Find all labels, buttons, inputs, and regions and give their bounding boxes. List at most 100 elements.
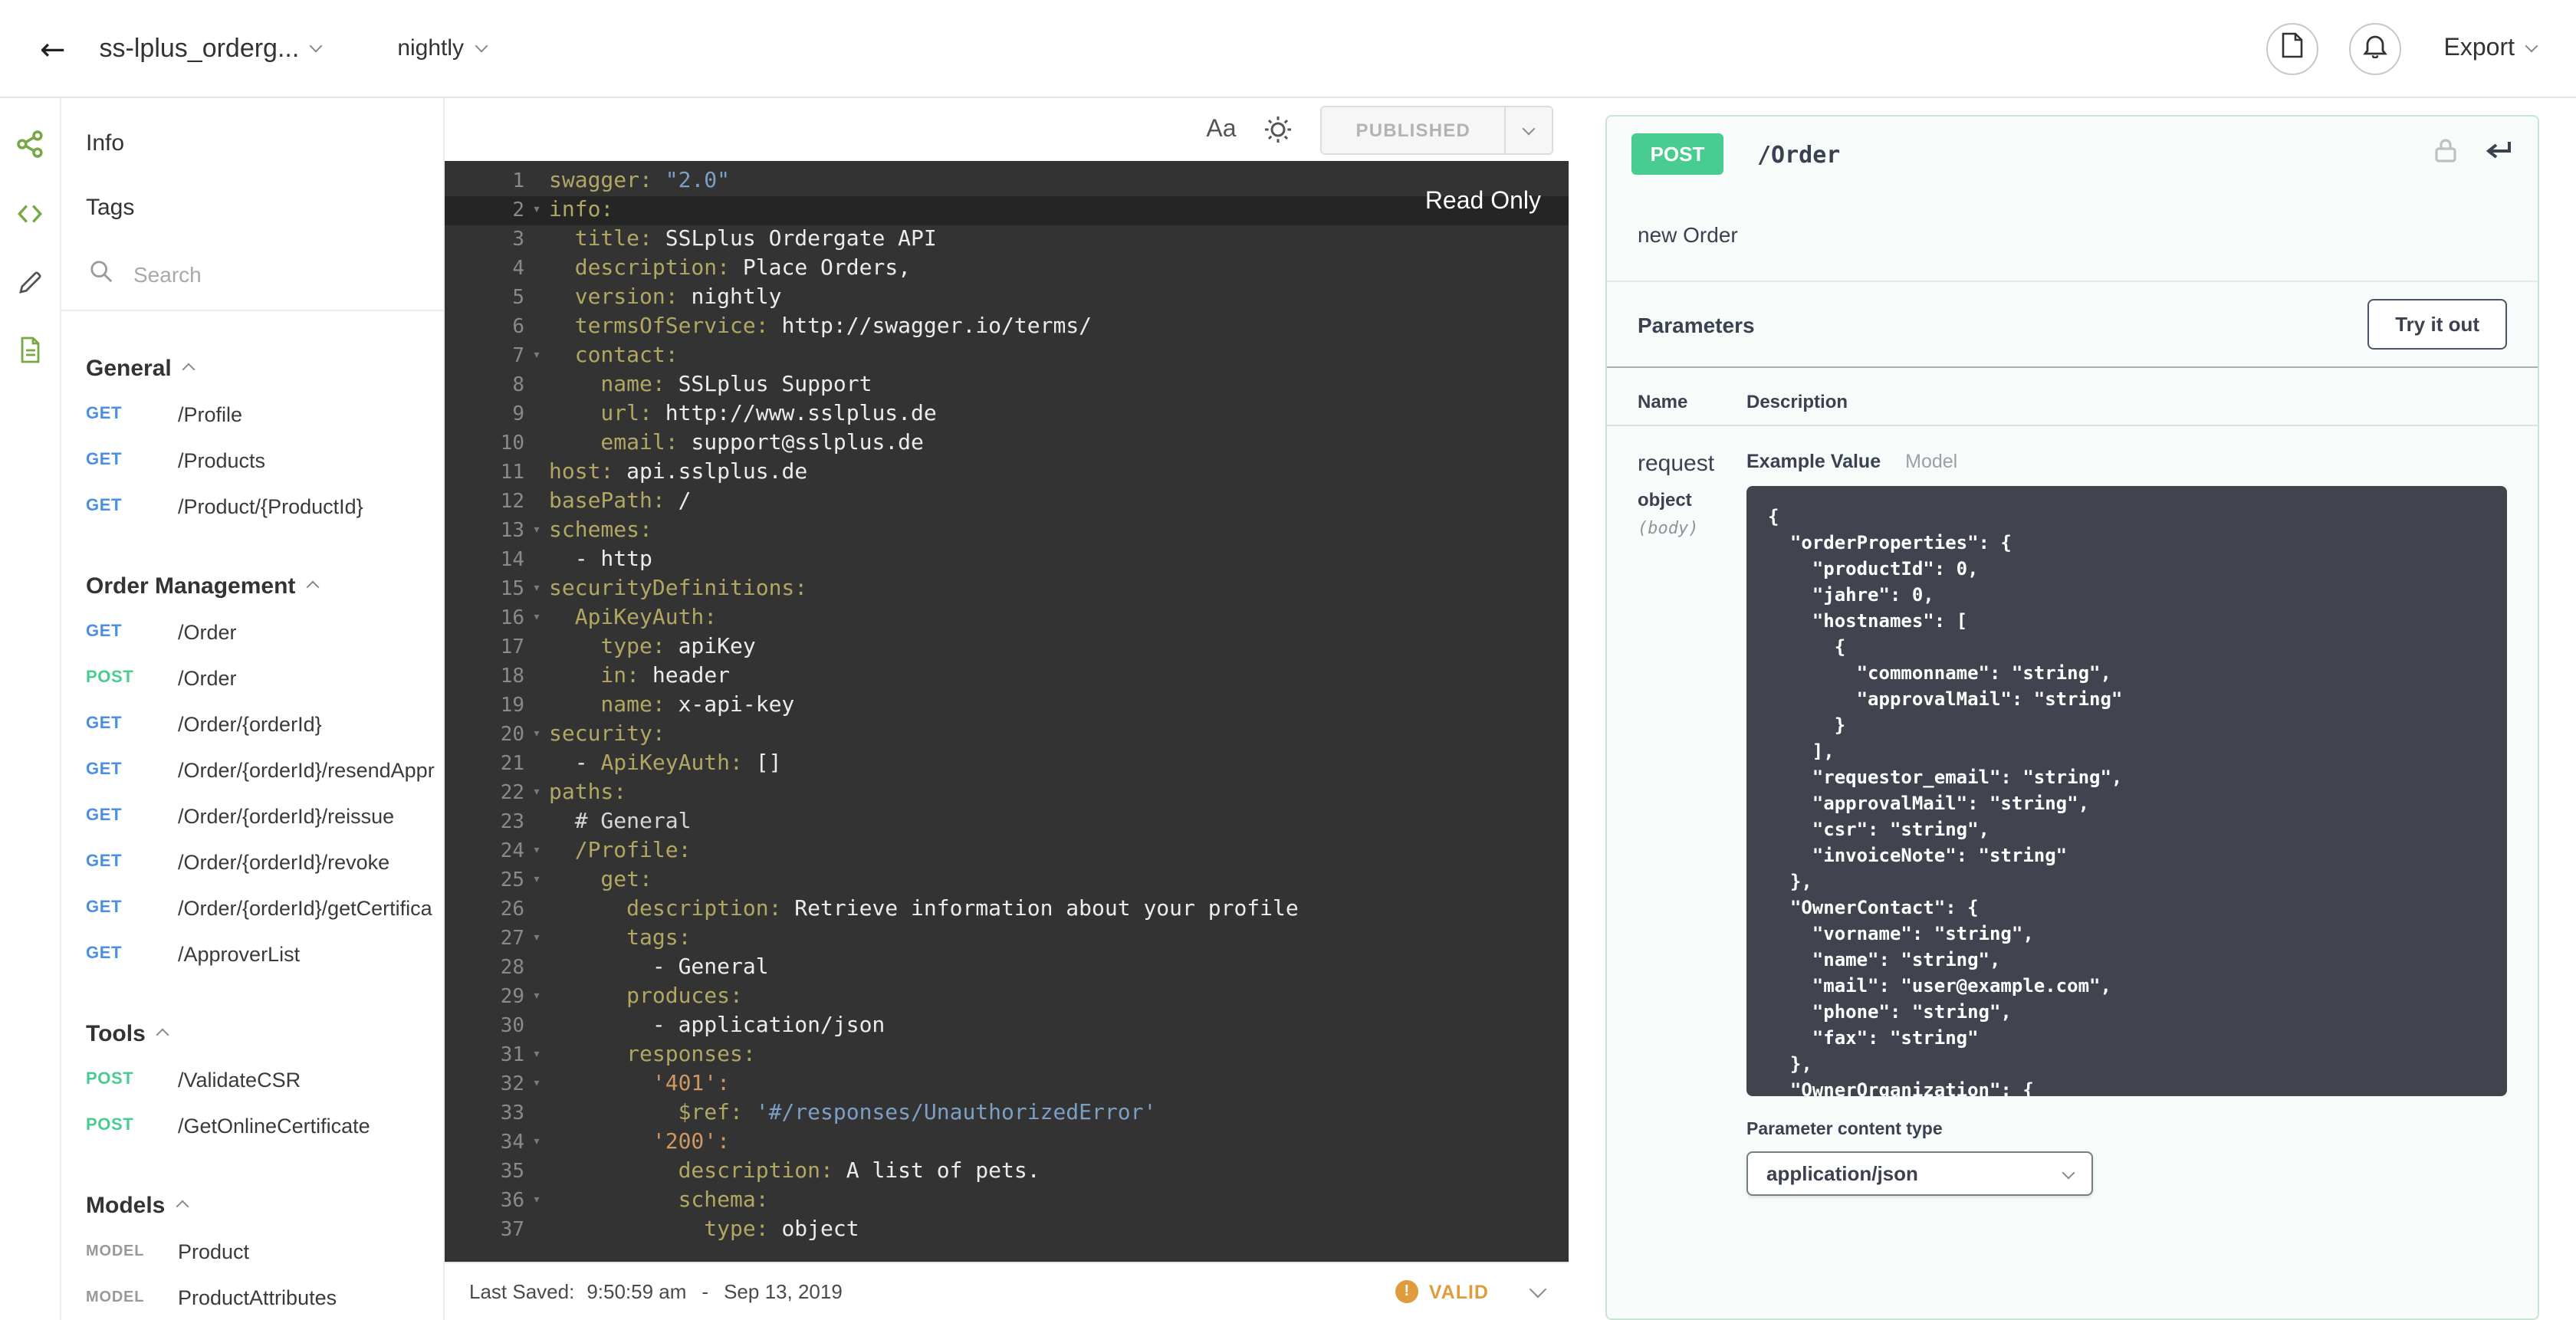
back-button[interactable]: ← (28, 24, 78, 73)
fold-arrow-icon[interactable]: ▾ (524, 604, 549, 633)
fold-arrow-icon[interactable]: ▾ (524, 779, 549, 808)
fold-arrow-icon[interactable]: ▾ (524, 866, 549, 895)
fold-gutter (524, 662, 549, 691)
fold-arrow-icon[interactable]: ▾ (524, 342, 549, 371)
code-line: 2 ▾ info: (445, 196, 1569, 225)
status-expand-button[interactable] (1529, 1279, 1547, 1301)
fold-arrow-icon[interactable]: ▾ (524, 983, 549, 1012)
line-number: 9 (512, 403, 524, 426)
top-bar: ← ss-lplus_orderg... nightly Export (0, 0, 2576, 98)
fold-arrow-icon[interactable]: ▾ (524, 1070, 549, 1099)
parameter-type: object (1638, 489, 1692, 511)
sidebar-route-item[interactable]: GET/Order/{orderId}/resendAppr (61, 747, 443, 793)
api-name-dropdown[interactable]: ss-lplus_orderg... (100, 33, 323, 64)
tab-model[interactable]: Model (1905, 451, 1957, 472)
sidebar-route-item[interactable]: GET/Order/{orderId}/getCertifica (61, 885, 443, 931)
sidebar-sections: General GET/Profile GET/Products GET/Produc… (61, 345, 443, 1320)
api-graph-icon[interactable] (15, 129, 45, 159)
route-method-label: GET (86, 806, 123, 825)
sidebar-route-item[interactable]: MODEL Product (61, 1228, 443, 1274)
route-path-label: /Product/{ProductId} (178, 494, 363, 517)
search-input[interactable] (130, 261, 382, 288)
lock-icon[interactable] (2433, 136, 2458, 172)
sidebar-route-item[interactable]: GET/Products (61, 437, 443, 483)
fold-arrow-icon[interactable]: ▾ (524, 924, 549, 954)
sidebar-route-item[interactable]: GET/Order (61, 609, 443, 655)
sidebar-route-item[interactable]: POST/ValidateCSR (61, 1056, 443, 1102)
line-number: 3 (512, 228, 524, 251)
route-method-label: GET (86, 760, 123, 779)
code-line: 22 ▾ paths: (445, 779, 1569, 808)
sidebar-item-info[interactable]: Info (61, 110, 443, 175)
edit-pencil-icon[interactable] (16, 268, 44, 296)
notifications-button[interactable] (2348, 22, 2401, 74)
return-arrow-icon[interactable] (2482, 139, 2513, 169)
sidebar-route-item[interactable]: GET/ApproverList (61, 931, 443, 977)
sidebar-route-item[interactable]: GET/Order/{orderId} (61, 701, 443, 747)
line-number: 4 (512, 258, 524, 281)
section-title[interactable]: Models (61, 1182, 443, 1228)
opblock-header[interactable]: POST /Order (1607, 117, 2538, 192)
fold-arrow-icon[interactable]: ▾ (524, 517, 549, 546)
opblock-header-icons (2433, 136, 2513, 172)
sidebar-route-item[interactable]: POST/Order (61, 655, 443, 701)
route-method-label: POST (86, 668, 134, 687)
fold-arrow-icon[interactable]: ▾ (524, 575, 549, 604)
top-bar-actions: Export (2266, 22, 2538, 74)
version-dropdown[interactable]: nightly (397, 35, 488, 61)
route-method-label: GET (86, 898, 123, 917)
section-title[interactable]: Tools (61, 1010, 443, 1056)
code-editor-area[interactable]: Read Only 1 swagger: "2.0" 2 ▾ info: 3 title:… (445, 161, 1569, 1262)
parameter-name-cell: request object (body) (1638, 451, 1746, 1196)
bell-icon (2362, 31, 2387, 65)
description-column-header: Description (1746, 391, 1848, 412)
code-line: 30 - application/json (445, 1012, 1569, 1041)
sidebar-route-item[interactable]: GET/Product/{ProductId} (61, 483, 443, 529)
line-number: 15 (500, 578, 524, 601)
try-it-out-button[interactable]: Try it out (2367, 299, 2507, 350)
docs-link-button[interactable] (2266, 22, 2318, 74)
sidebar-route-item[interactable]: GET/Profile (61, 391, 443, 437)
code-icon[interactable] (15, 199, 44, 228)
fold-arrow-icon[interactable]: ▾ (524, 1128, 549, 1157)
document-page-icon[interactable] (16, 336, 44, 365)
parameters-title: Parameters (1638, 312, 1755, 337)
fold-arrow-icon[interactable]: ▾ (524, 721, 549, 750)
code-line: 19 name: x-api-key (445, 691, 1569, 721)
sidebar-route-item[interactable]: MODEL ProductAttributes (61, 1274, 443, 1320)
fold-arrow-icon[interactable]: ▾ (524, 1041, 549, 1070)
fold-arrow-icon[interactable]: ▾ (524, 837, 549, 866)
line-number: 5 (512, 287, 524, 310)
publish-menu-button[interactable] (1504, 107, 1552, 153)
line-number: 23 (500, 811, 524, 834)
font-size-button[interactable]: Aa (1206, 116, 1236, 143)
code-line: 9 url: http://www.sslplus.de (445, 400, 1569, 429)
sidebar-route-item[interactable]: GET/Order/{orderId}/reissue (61, 793, 443, 839)
fold-gutter (524, 284, 549, 313)
code-line: 21 - ApiKeyAuth: [] (445, 750, 1569, 779)
tab-example-value[interactable]: Example Value (1746, 451, 1881, 472)
line-number: 16 (500, 607, 524, 630)
line-number: 33 (500, 1102, 524, 1125)
section-title[interactable]: Order Management (61, 563, 443, 609)
content-type-select[interactable]: application/json (1746, 1151, 2093, 1196)
fold-arrow-icon[interactable]: ▾ (524, 1187, 549, 1216)
section-title[interactable]: General (61, 345, 443, 391)
export-dropdown[interactable]: Export (2444, 34, 2538, 62)
operation-summary: new Order (1607, 192, 2538, 282)
line-number: 30 (500, 1015, 524, 1038)
chevron-up-icon (182, 363, 196, 376)
fold-arrow-icon[interactable]: ▾ (524, 196, 549, 225)
line-number: 12 (500, 491, 524, 514)
chevron-down-icon (2525, 39, 2538, 53)
route-path-label: /Order/{orderId} (178, 712, 322, 735)
line-number: 36 (500, 1190, 524, 1213)
sidebar-route-item[interactable]: POST/GetOnlineCertificate (61, 1102, 443, 1148)
code-line: 8 name: SSLplus Support (445, 371, 1569, 400)
code-line: 11 host: api.sslplus.de (445, 458, 1569, 488)
sidebar-route-item[interactable]: GET/Order/{orderId}/revoke (61, 839, 443, 885)
theme-toggle-sun-icon[interactable] (1264, 115, 1293, 144)
publish-split-button: PUBLISHED (1320, 105, 1553, 154)
validation-status[interactable]: ! VALID (1395, 1279, 1547, 1303)
sidebar-item-tags[interactable]: Tags (61, 175, 443, 239)
